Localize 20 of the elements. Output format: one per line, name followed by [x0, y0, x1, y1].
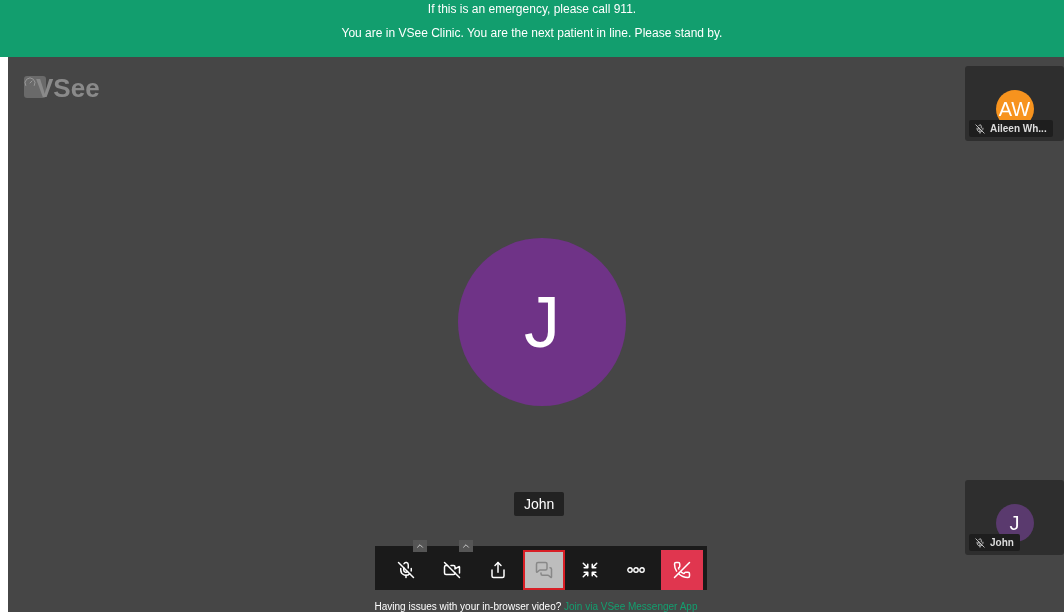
share-icon [489, 561, 507, 579]
participant-tile[interactable]: AW Aileen Wh... [965, 66, 1064, 141]
participant-name: John [514, 492, 565, 516]
participant-tile[interactable]: J John [965, 480, 1064, 555]
caret-icon[interactable] [459, 540, 473, 552]
shrink-icon [581, 561, 599, 579]
hangup-button[interactable] [661, 550, 703, 590]
banner-text: You are in VSee Clinic. You are the next patient in line. Please stand by. [341, 26, 723, 40]
more-icon [627, 567, 645, 573]
avatar: J [458, 238, 626, 406]
chat-icon [535, 561, 553, 579]
help-text: Having issues with your in-browser video? Join via VSee Messenger App [373, 601, 699, 612]
logo: VSee [36, 73, 100, 104]
mic-off-icon [397, 561, 415, 579]
phone-icon [673, 561, 691, 579]
caret-icon[interactable] [413, 540, 427, 552]
participant-name: Aileen Wh... [969, 120, 1053, 137]
banner-text: If this is an emergency, please call 911. [427, 2, 637, 16]
camera-off-icon [443, 561, 461, 579]
participant-name: John [969, 534, 1020, 551]
